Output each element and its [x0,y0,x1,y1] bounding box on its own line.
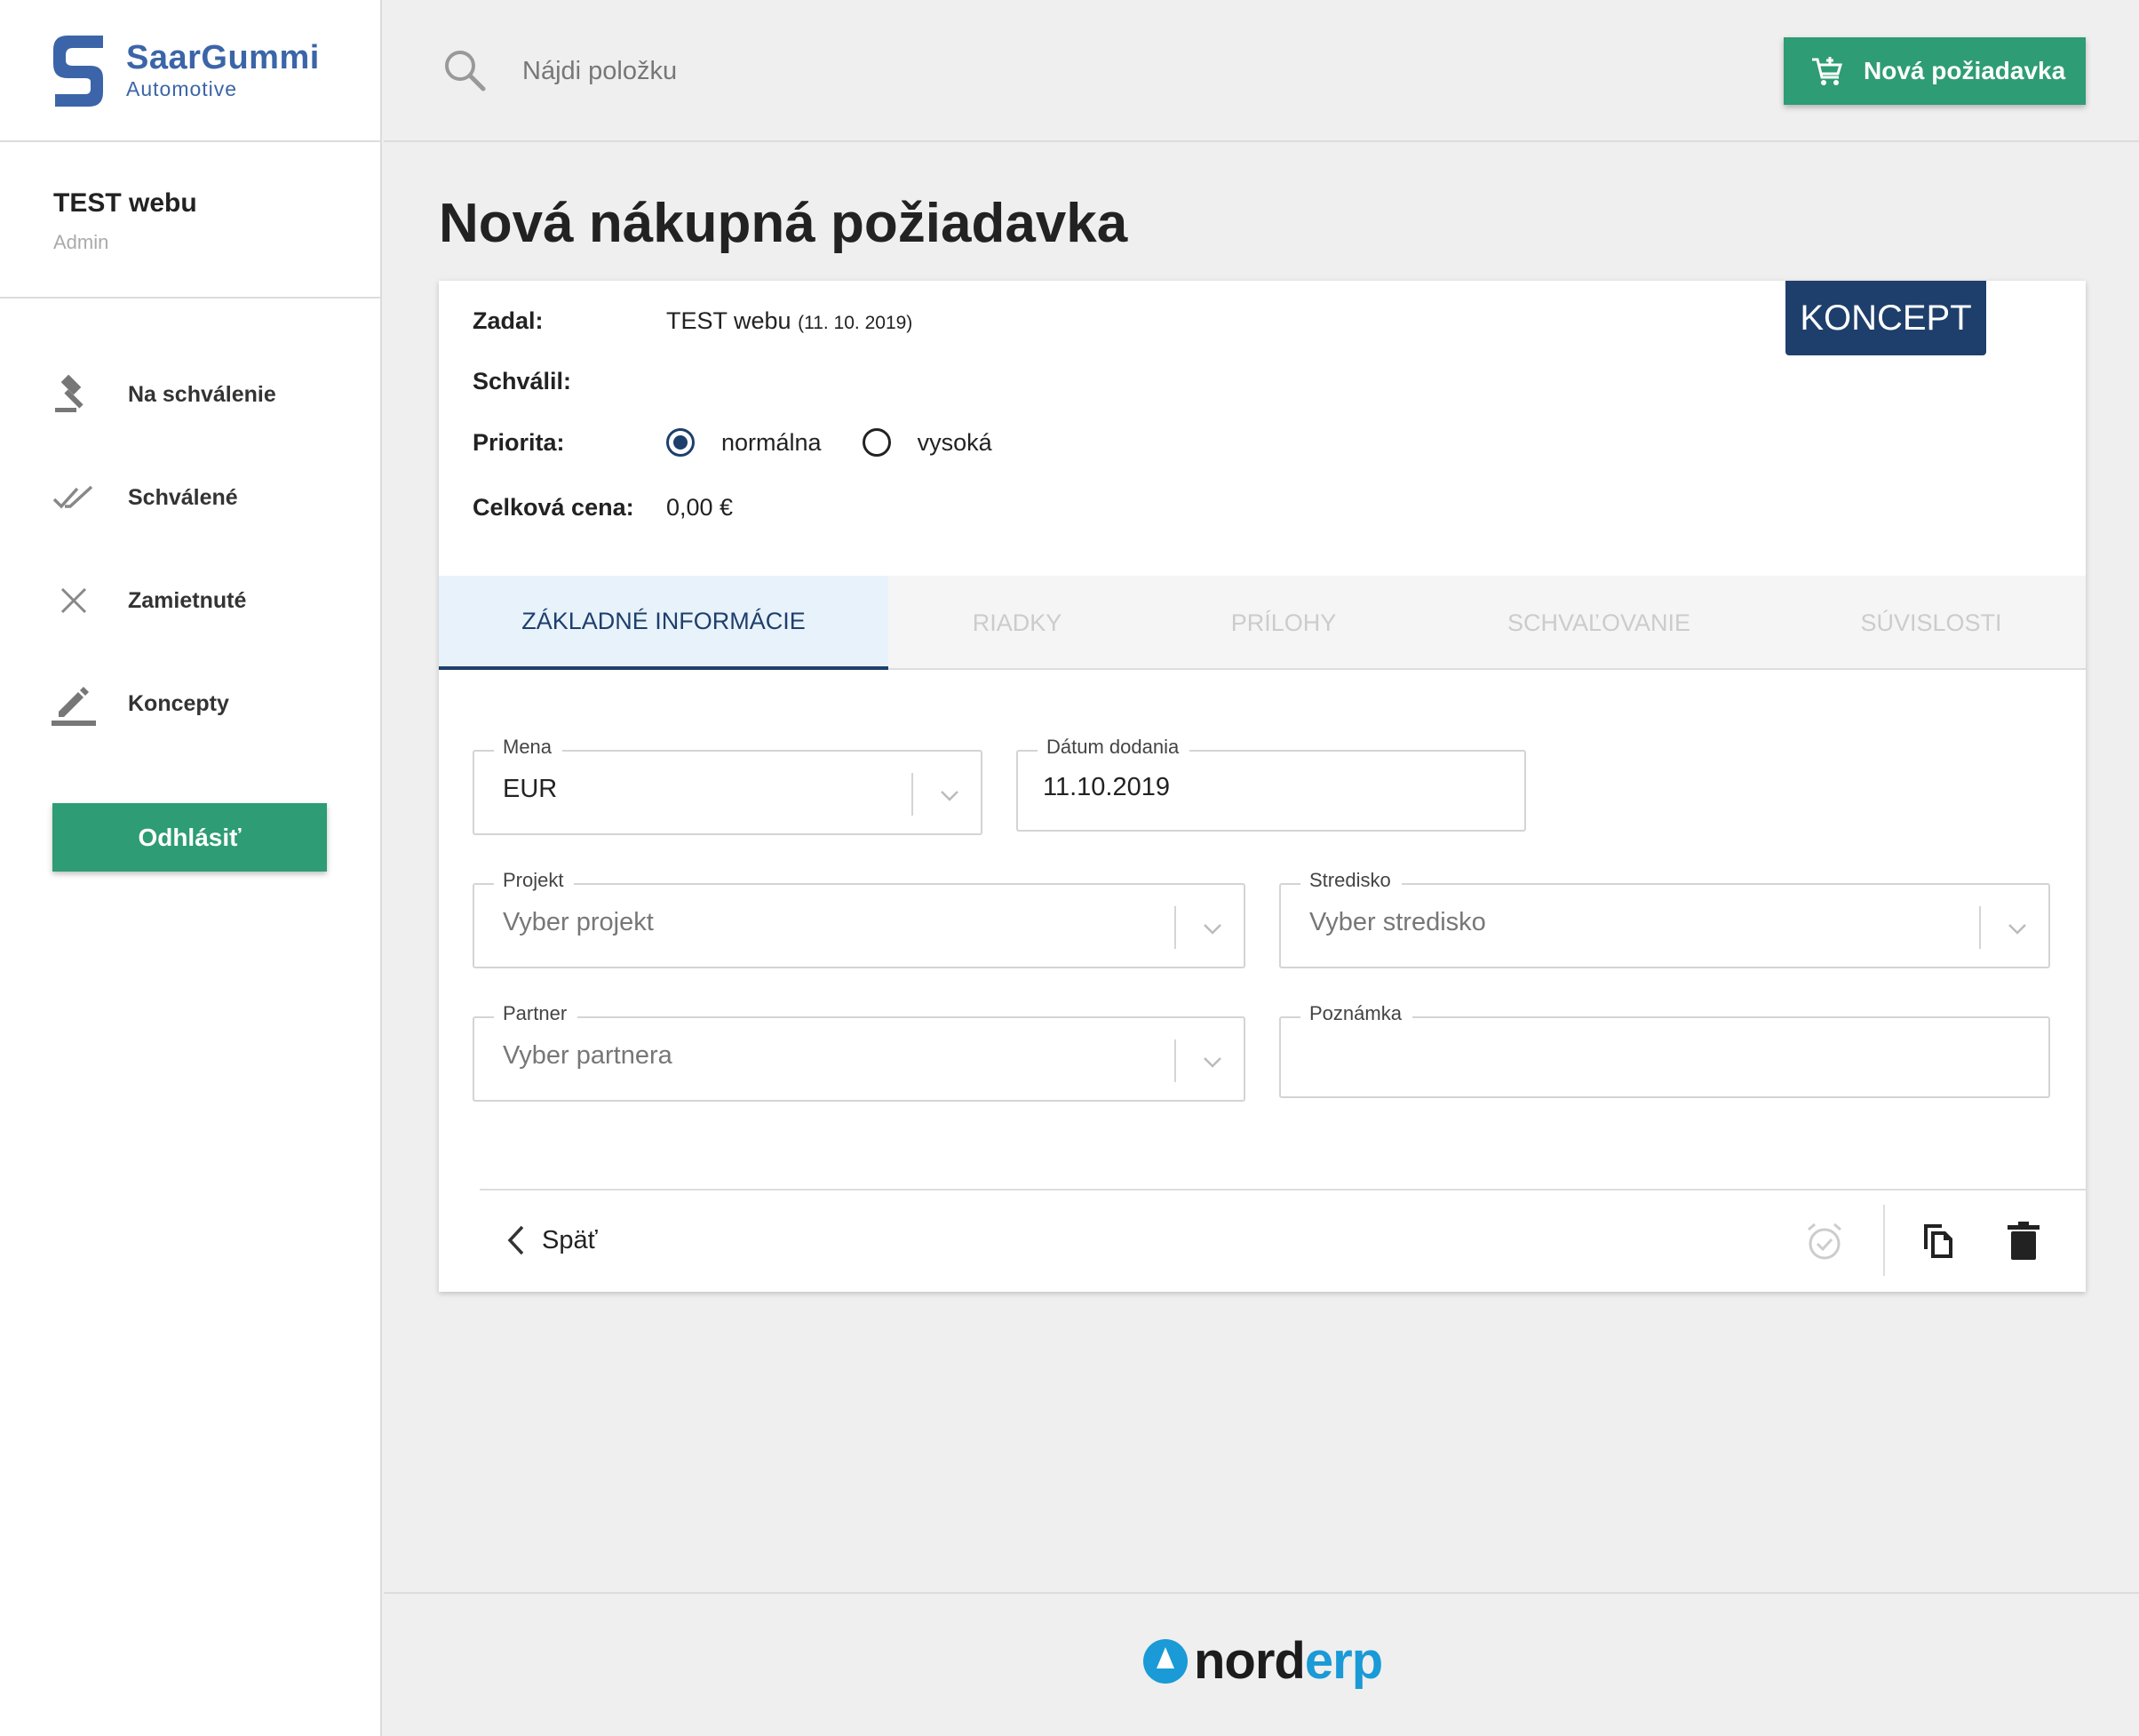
note-label: Poznámka [1300,1002,1412,1025]
currency-select[interactable]: Mena EUR [473,736,982,835]
cost-center-label: Stredisko [1300,869,1402,892]
tab-suvislosti[interactable]: SÚVISLOSTI [1777,576,2086,670]
copy-icon[interactable] [1917,1219,1960,1262]
alarm-check-icon[interactable] [1803,1221,1846,1263]
delivery-date-value: 11.10.2019 [1043,773,1170,801]
note-field[interactable]: Poznámka [1279,1002,2050,1098]
back-button[interactable]: Späť [506,1224,597,1256]
gavel-icon [52,372,96,417]
currency-value: EUR [503,775,558,803]
celkova-cena-value: 0,00 € [666,494,734,521]
priority-radio-vysoka[interactable]: vysoká [862,428,992,457]
project-label: Projekt [494,869,575,892]
chevron-left-icon [507,1225,524,1255]
request-card: KONCEPT Zadal: TEST webu (11. 10. 2019) … [439,281,2086,1292]
norderp-logo: nord erp [1142,1631,1383,1691]
logout-button[interactable]: Odhlásiť [52,803,327,872]
status-badge: KONCEPT [1785,281,1986,355]
tab-prilohy[interactable]: PRÍLOHY [1146,576,1421,670]
sidebar-item-label: Zamietnuté [128,587,247,613]
zadal-date: (11. 10. 2019) [798,313,913,333]
schvalil-label: Schválil: [473,368,572,394]
tab-riadky[interactable]: RIADKY [888,576,1146,670]
norderp-logo-icon [1143,1638,1188,1684]
page-title: Nová nákupná požiadavka [439,193,1128,254]
zadal-value: TEST webu (11. 10. 2019) [666,307,912,335]
radio-unchecked-icon [862,428,891,457]
priority-radio-normalna[interactable]: normálna [666,428,822,457]
info-row-schvalil: Schválil: [473,368,666,395]
sidebar-item-koncepty[interactable]: Koncepty [0,652,380,755]
sidebar-nav: Na schválenie Schválené Zamietnuté Konce… [0,299,380,755]
zadal-name: TEST webu [666,307,791,334]
sidebar-item-na-schvalenie[interactable]: Na schválenie [0,343,380,446]
cost-center-select[interactable]: Stredisko Vyber stredisko [1279,869,2050,968]
sidebar-item-label: Koncepty [128,690,229,716]
partner-label: Partner [494,1002,578,1025]
user-info: TEST webu Admin [0,142,380,299]
delete-icon[interactable] [2002,1219,2045,1262]
sidebar-item-label: Na schválenie [128,381,276,407]
edit-icon [52,681,96,726]
logo-name: SaarGummi [126,38,320,76]
tab-zakladne-informacie[interactable]: ZÁKLADNÉ INFORMÁCIE [439,576,888,670]
chevron-down-icon [2008,924,2026,935]
info-row-celkova-cena: Celková cena: 0,00 € [473,494,733,522]
user-name: TEST webu [53,188,197,218]
double-check-icon [52,475,96,520]
logo-subtitle: Automotive [126,76,238,100]
info-row-zadal: Zadal: TEST webu (11. 10. 2019) [473,307,912,335]
partner-select[interactable]: Partner Vyber partnera [473,1002,1245,1102]
norderp-logo-part2: erp [1304,1632,1383,1690]
priority-option-label: vysoká [917,428,992,456]
user-role: Admin [53,231,109,253]
project-placeholder: Vyber projekt [503,908,654,936]
back-label: Späť [542,1225,598,1254]
celkova-cena-label: Celková cena: [473,494,634,521]
saargummi-logo-icon [53,36,103,107]
currency-label: Mena [494,736,563,759]
search-icon[interactable] [442,48,487,92]
info-row-priorita: Priorita: normálna vysoká [473,428,1033,457]
radio-checked-icon [666,428,695,457]
new-request-label: Nová požiadavka [1864,57,2066,84]
new-request-button[interactable]: Nová požiadavka [1784,37,2086,105]
zadal-label: Zadal: [473,307,544,334]
tab-bar: ZÁKLADNÉ INFORMÁCIE RIADKY PRÍLOHY SCHVA… [439,576,2086,670]
search-input[interactable] [522,44,1055,98]
chevron-down-icon [1204,1057,1221,1068]
sidebar-item-zamietnute[interactable]: Zamietnuté [0,549,380,652]
cost-center-placeholder: Vyber stredisko [1309,908,1486,936]
delivery-date-field[interactable]: Dátum dodania 11.10.2019 [1016,736,1526,832]
sidebar: SaarGummi Automotive TEST webu Admin Na … [0,0,382,1736]
project-select[interactable]: Projekt Vyber projekt [473,869,1245,968]
sidebar-item-label: Schválené [128,484,238,510]
norderp-logo-part1: nord [1194,1632,1306,1690]
tab-schvalovanie[interactable]: SCHVAĽOVANIE [1421,576,1777,670]
priority-option-label: normálna [721,428,822,456]
top-bar: Nová požiadavka [384,0,2139,142]
delivery-date-label: Dátum dodania [1038,736,1190,759]
sidebar-item-schvalene[interactable]: Schválené [0,446,380,549]
close-icon [52,578,96,623]
cart-add-icon [1812,57,1843,85]
chevron-down-icon [941,791,958,801]
chevron-down-icon [1204,924,1221,935]
priorita-label: Priorita: [473,428,565,456]
company-logo[interactable]: SaarGummi Automotive [0,0,380,142]
partner-placeholder: Vyber partnera [503,1041,672,1070]
